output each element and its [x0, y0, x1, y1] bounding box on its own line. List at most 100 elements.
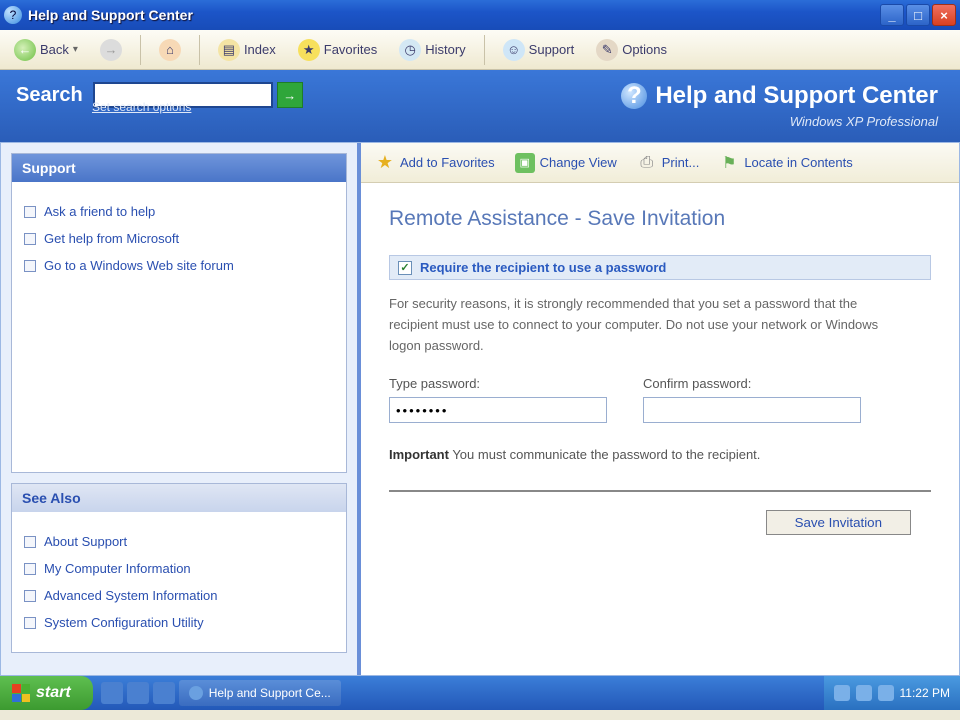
star-icon: ★ — [298, 39, 320, 61]
home-button[interactable]: ⌂ — [153, 35, 187, 65]
confirm-password-input[interactable] — [643, 397, 861, 423]
checkbox-icon[interactable]: ✓ — [398, 261, 412, 275]
clock[interactable]: 11:22 PM — [900, 686, 950, 700]
save-invitation-button[interactable]: Save Invitation — [766, 510, 911, 535]
label: Add to Favorites — [400, 155, 495, 170]
content-main: Remote Assistance - Save Invitation ✓ Re… — [361, 183, 959, 559]
separator — [199, 35, 200, 65]
minimize-button[interactable]: _ — [880, 4, 904, 26]
start-button[interactable]: start — [0, 676, 93, 710]
tray-icon[interactable] — [834, 685, 850, 701]
see-also-panel-header: See Also — [12, 484, 346, 512]
add-to-favorites-button[interactable]: ★Add to Favorites — [367, 149, 503, 177]
search-label: Search — [16, 84, 83, 107]
header-title: Help and Support Center — [655, 82, 938, 110]
confirm-password-label: Confirm password: — [643, 376, 861, 391]
see-also-panel: See Also About Support My Computer Infor… — [11, 483, 347, 653]
sidebar-link-advanced-system-info[interactable]: Advanced System Information — [24, 582, 334, 609]
type-password-input[interactable] — [389, 397, 607, 423]
window-titlebar: ? Help and Support Center _ □ × — [0, 0, 960, 30]
home-icon: ⌂ — [159, 39, 181, 61]
favorites-button[interactable]: ★ Favorites — [292, 35, 383, 65]
windows-logo-icon — [12, 684, 30, 702]
label: Locate in Contents — [744, 155, 852, 170]
clock-icon: ◷ — [399, 39, 421, 61]
bullet-icon — [24, 617, 36, 629]
index-label: Index — [244, 42, 276, 57]
search-go-button[interactable]: → — [277, 82, 303, 108]
taskbar-app-button[interactable]: Help and Support Ce... — [179, 680, 341, 706]
set-search-options-link[interactable]: Set search options — [92, 100, 191, 114]
link-text: My Computer Information — [44, 561, 191, 576]
main-toolbar: ← Back ▾ → ⌂ ▤ Index ★ Favorites ◷ Histo… — [0, 30, 960, 70]
maximize-button[interactable]: □ — [906, 4, 930, 26]
forward-arrow-icon: → — [100, 39, 122, 61]
description-text: For security reasons, it is strongly rec… — [389, 294, 889, 356]
forward-button[interactable]: → — [94, 35, 128, 65]
sidebar-link-ask-friend[interactable]: Ask a friend to help — [24, 198, 334, 225]
quicklaunch-icon[interactable] — [127, 682, 149, 704]
bullet-icon — [24, 590, 36, 602]
index-button[interactable]: ▤ Index — [212, 35, 282, 65]
locate-in-contents-button[interactable]: ⚑ Locate in Contents — [711, 149, 860, 177]
sidebar-link-about-support[interactable]: About Support — [24, 528, 334, 555]
view-icon: ▣ — [515, 153, 535, 173]
link-text: Ask a friend to help — [44, 204, 155, 219]
label: Print... — [662, 155, 700, 170]
link-text: Go to a Windows Web site forum — [44, 258, 234, 273]
sidebar-link-get-help-microsoft[interactable]: Get help from Microsoft — [24, 225, 334, 252]
gear-icon: ✎ — [596, 39, 618, 61]
important-note: Important You must communicate the passw… — [389, 447, 931, 462]
sidebar-link-system-config-utility[interactable]: System Configuration Utility — [24, 609, 334, 636]
type-password-label: Type password: — [389, 376, 607, 391]
support-panel-header: Support — [12, 154, 346, 182]
link-text: System Configuration Utility — [44, 615, 204, 630]
link-text: Advanced System Information — [44, 588, 217, 603]
important-prefix: Important — [389, 447, 449, 462]
change-view-button[interactable]: ▣ Change View — [507, 149, 625, 177]
back-label: Back — [40, 42, 69, 57]
link-text: Get help from Microsoft — [44, 231, 179, 246]
quicklaunch-icon[interactable] — [153, 682, 175, 704]
print-icon: ⎙ — [637, 153, 657, 173]
sidebar-link-my-computer-info[interactable]: My Computer Information — [24, 555, 334, 582]
support-button[interactable]: ☺ Support — [497, 35, 581, 65]
history-label: History — [425, 42, 465, 57]
tray-icon[interactable] — [878, 685, 894, 701]
dropdown-icon: ▾ — [73, 44, 78, 55]
app-icon: ? — [4, 6, 22, 24]
require-password-label: Require the recipient to use a password — [420, 260, 666, 275]
sidebar-link-windows-forum[interactable]: Go to a Windows Web site forum — [24, 252, 334, 279]
quicklaunch-icon[interactable] — [101, 682, 123, 704]
history-button[interactable]: ◷ History — [393, 35, 471, 65]
bullet-icon — [24, 260, 36, 272]
separator — [140, 35, 141, 65]
bullet-icon — [24, 563, 36, 575]
options-button[interactable]: ✎ Options — [590, 35, 673, 65]
start-label: start — [36, 684, 71, 702]
bullet-icon — [24, 233, 36, 245]
separator — [484, 35, 485, 65]
label: Change View — [540, 155, 617, 170]
print-button[interactable]: ⎙ Print... — [629, 149, 708, 177]
help-icon: ? — [621, 83, 647, 109]
task-label: Help and Support Ce... — [209, 686, 331, 700]
support-icon: ☺ — [503, 39, 525, 61]
support-panel: Support Ask a friend to help Get help fr… — [11, 153, 347, 473]
page-title: Remote Assistance - Save Invitation — [389, 207, 931, 231]
system-tray[interactable]: 11:22 PM — [824, 676, 960, 710]
options-label: Options — [622, 42, 667, 57]
tray-icon[interactable] — [856, 685, 872, 701]
important-text: You must communicate the password to the… — [449, 447, 760, 462]
back-button[interactable]: ← Back ▾ — [8, 35, 84, 65]
sidebar: Support Ask a friend to help Get help fr… — [1, 143, 361, 675]
content-pane: ★Add to Favorites ▣ Change View ⎙ Print...… — [361, 143, 959, 675]
locate-icon: ⚑ — [719, 153, 739, 173]
taskbar: start Help and Support Ce... 11:22 PM — [0, 676, 960, 710]
close-button[interactable]: × — [932, 4, 956, 26]
header-subtitle: Windows XP Professional — [621, 114, 938, 129]
favorites-label: Favorites — [324, 42, 377, 57]
divider — [389, 490, 931, 492]
require-password-row[interactable]: ✓ Require the recipient to use a passwor… — [389, 255, 931, 280]
body-area: Support Ask a friend to help Get help fr… — [0, 142, 960, 676]
